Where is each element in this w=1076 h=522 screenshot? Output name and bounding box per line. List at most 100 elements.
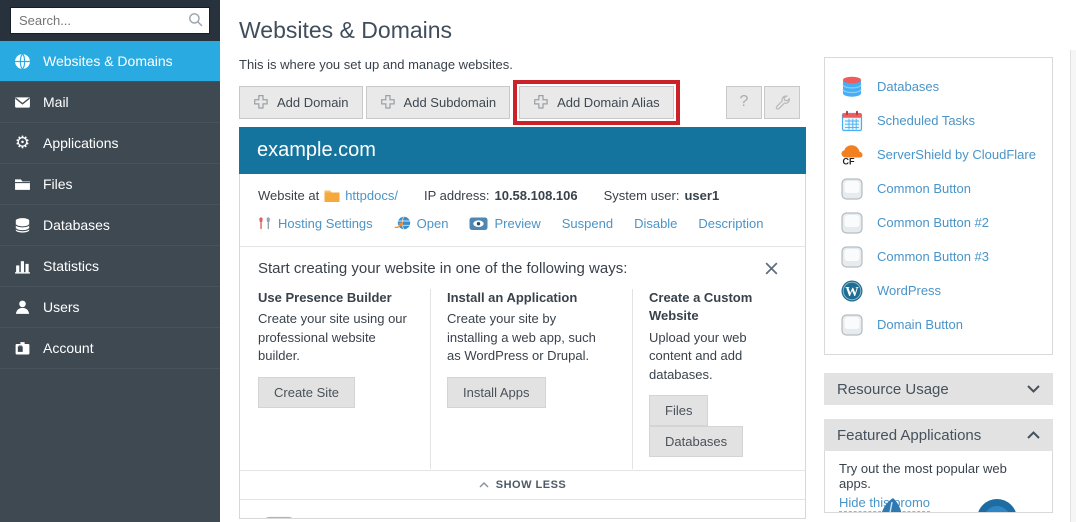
ip-value: 10.58.108.106 bbox=[494, 188, 577, 203]
custom-website-column: Create a Custom Website Upload your web … bbox=[632, 289, 787, 469]
domain-properties-link[interactable]: Domain Properties Button bbox=[306, 516, 424, 519]
add-subdomain-button[interactable]: Add Subdomain bbox=[366, 86, 511, 119]
web-hosting-access-feature: Web Hosting Access bbox=[425, 516, 593, 519]
disable-link[interactable]: Disable bbox=[634, 216, 677, 231]
add-domain-button[interactable]: Add Domain bbox=[239, 86, 363, 119]
column-heading: Create a Custom Website bbox=[649, 289, 787, 326]
search-input[interactable] bbox=[10, 7, 210, 34]
wordpress-icon: W bbox=[840, 279, 864, 303]
sidebar-item-users[interactable]: Users bbox=[0, 287, 220, 328]
install-application-column: Install an Application Create your site … bbox=[430, 289, 632, 469]
app-logo-icon bbox=[869, 496, 913, 513]
ip-label: IP address: bbox=[424, 188, 490, 203]
right-sidebar: Databases Scheduled Tasks CF ServerShiel… bbox=[824, 57, 1053, 513]
chevron-down-icon bbox=[1027, 385, 1040, 393]
start-creating-section: Start creating your website in one of th… bbox=[240, 247, 805, 470]
domain-tools-box: Databases Scheduled Tasks CF ServerShiel… bbox=[824, 57, 1053, 355]
feature-links-row: Domain Properties Button Additional comm… bbox=[240, 500, 805, 519]
tool-common-button[interactable]: Common Button bbox=[840, 172, 1044, 206]
tool-common-button-3[interactable]: Common Button #3 bbox=[840, 240, 1044, 274]
help-button[interactable]: ? bbox=[726, 86, 762, 119]
create-site-button[interactable]: Create Site bbox=[258, 377, 355, 408]
sidebar-item-databases[interactable]: Databases bbox=[0, 205, 220, 246]
page-title: Websites & Domains bbox=[239, 17, 806, 44]
page-subtitle: This is where you set up and manage webs… bbox=[239, 57, 806, 72]
sidebar-item-applications[interactable]: ⚙ Applications bbox=[0, 123, 220, 164]
open-link[interactable]: Open bbox=[394, 215, 449, 231]
sidebar-item-label: Files bbox=[43, 176, 73, 192]
sidebar-item-label: Statistics bbox=[43, 258, 99, 274]
blank-key-icon bbox=[840, 211, 864, 235]
domain-panel-header: example.com bbox=[239, 127, 806, 174]
ftp-access-feature: FTP Access bbox=[593, 516, 710, 519]
blank-key-icon bbox=[840, 313, 864, 337]
hosting-settings-link[interactable]: Hosting Settings bbox=[258, 216, 373, 231]
sidebar-item-label: Account bbox=[43, 340, 94, 356]
key-button-icon bbox=[262, 516, 296, 519]
toolbar: Add Domain Add Subdomain Add Domain Alia… bbox=[239, 85, 806, 119]
annotation-highlight: Add Domain Alias bbox=[513, 80, 680, 125]
sidebar: Websites & Domains Mail ⚙ Applications bbox=[0, 0, 220, 522]
column-heading: Install an Application bbox=[447, 289, 632, 307]
resource-usage-header[interactable]: Resource Usage bbox=[824, 373, 1053, 405]
column-text: Upload your web content and add database… bbox=[649, 329, 787, 384]
tool-databases[interactable]: Databases bbox=[840, 70, 1044, 104]
domain-info-row: Website at httpdocs/ IP address: 10.58.1… bbox=[258, 188, 787, 203]
sidebar-item-label: Websites & Domains bbox=[43, 53, 173, 69]
plus-icon bbox=[253, 94, 269, 110]
app-logo-icon bbox=[975, 496, 1019, 513]
help-icon: ? bbox=[740, 93, 749, 111]
eye-icon bbox=[469, 216, 488, 231]
sidebar-item-account[interactable]: Account bbox=[0, 328, 220, 369]
plus-icon bbox=[380, 94, 396, 110]
chevron-up-icon bbox=[479, 482, 489, 488]
globe-flag-icon bbox=[425, 516, 463, 519]
preview-link[interactable]: Preview bbox=[469, 216, 540, 231]
suspend-link[interactable]: Suspend bbox=[562, 216, 613, 231]
plus-icon bbox=[533, 94, 549, 110]
svg-text:CF: CF bbox=[843, 157, 855, 167]
globe-arrow-icon bbox=[394, 215, 411, 231]
promo-text: Try out the most popular web apps. bbox=[839, 461, 1038, 491]
column-text: Create your site using our professional … bbox=[258, 310, 412, 365]
wrench-icon bbox=[774, 94, 790, 110]
sidebar-item-label: Applications bbox=[43, 135, 119, 151]
domain-actions-row: Hosting Settings Open bbox=[258, 215, 787, 231]
tool-scheduled-tasks[interactable]: Scheduled Tasks bbox=[840, 104, 1044, 138]
tool-servershield-cloudflare[interactable]: CF ServerShield by CloudFlare bbox=[840, 138, 1044, 172]
featured-applications-header[interactable]: Featured Applications bbox=[824, 419, 1053, 451]
add-domain-alias-button[interactable]: Add Domain Alias bbox=[519, 86, 674, 119]
sidebar-item-statistics[interactable]: Statistics bbox=[0, 246, 220, 287]
install-apps-button[interactable]: Install Apps bbox=[447, 377, 546, 408]
docroot-link[interactable]: httpdocs/ bbox=[345, 188, 398, 203]
show-less-toggle[interactable]: SHOW LESS bbox=[240, 471, 805, 499]
calendar-icon bbox=[840, 109, 864, 133]
description-link[interactable]: Description bbox=[698, 216, 763, 231]
files-button[interactable]: Files bbox=[649, 395, 708, 426]
chevron-up-icon bbox=[1027, 431, 1040, 439]
main-content: Websites & Domains This is where you set… bbox=[239, 0, 806, 519]
database-cylinder-icon bbox=[840, 75, 864, 99]
settings-button[interactable] bbox=[764, 86, 800, 119]
tools-icon bbox=[258, 216, 272, 231]
tool-domain-button[interactable]: Domain Button bbox=[840, 308, 1044, 342]
tool-wordpress[interactable]: W WordPress bbox=[840, 274, 1044, 308]
system-user-label: System user: bbox=[604, 188, 680, 203]
domain-panel: example.com Website at httpdocs/ IP addr… bbox=[239, 127, 806, 519]
sidebar-item-files[interactable]: Files bbox=[0, 164, 220, 205]
start-section-title: Start creating your website in one of th… bbox=[258, 260, 627, 277]
system-user-value: user1 bbox=[684, 188, 719, 203]
sidebar-item-websites-domains[interactable]: Websites & Domains bbox=[0, 41, 220, 82]
domain-panel-body: Website at httpdocs/ IP address: 10.58.1… bbox=[239, 174, 806, 519]
sidebar-item-label: Databases bbox=[43, 217, 110, 233]
scrollbar-track[interactable] bbox=[1070, 50, 1076, 522]
svg-text:W: W bbox=[845, 284, 859, 299]
databases-button[interactable]: Databases bbox=[649, 426, 743, 457]
close-icon[interactable] bbox=[764, 261, 779, 276]
ftp-folder-icon bbox=[593, 516, 631, 519]
blank-key-icon bbox=[840, 177, 864, 201]
tool-common-button-2[interactable]: Common Button #2 bbox=[840, 206, 1044, 240]
search-icon bbox=[188, 12, 204, 28]
globe-icon bbox=[14, 53, 31, 70]
sidebar-item-mail[interactable]: Mail bbox=[0, 82, 220, 123]
